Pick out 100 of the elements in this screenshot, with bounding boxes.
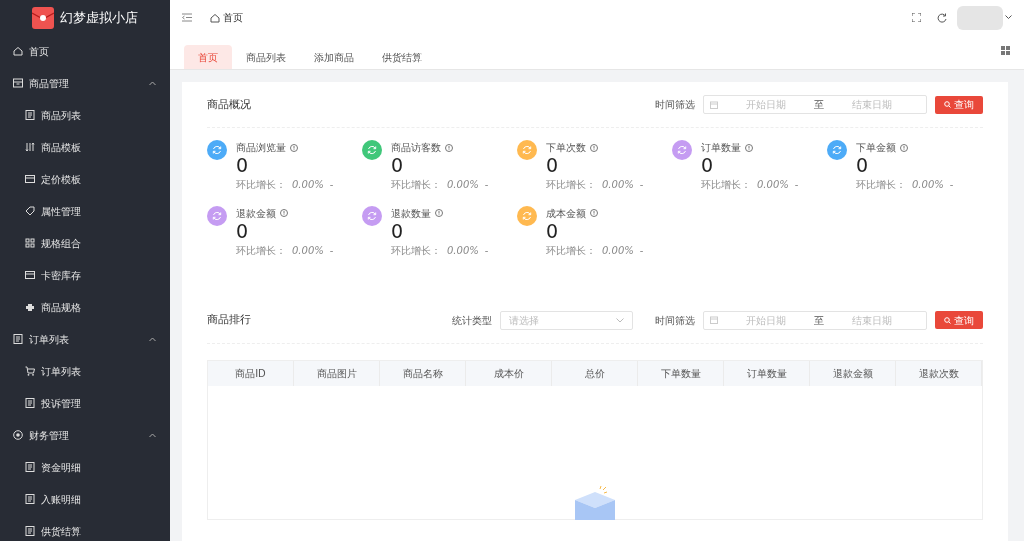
stat-label: 成本金额 xyxy=(546,206,586,221)
sidebar-item[interactable]: 订单列表 xyxy=(0,355,170,387)
growth-value: 0.00% xyxy=(447,243,479,258)
grid-icon[interactable] xyxy=(1001,46,1010,55)
stat-value: 0 xyxy=(546,220,560,243)
stat-label: 下单次数 xyxy=(546,141,586,155)
menu-fold-icon[interactable] xyxy=(182,13,192,22)
tab[interactable]: 供货结算 xyxy=(368,45,436,69)
stat-label: 退款金额 xyxy=(236,206,276,221)
info-icon[interactable] xyxy=(745,143,753,152)
growth-value: 0.00% xyxy=(602,177,634,192)
sidebar-item[interactable]: 入账明细 xyxy=(0,483,170,515)
sidebar-item[interactable]: 卡密库存 xyxy=(0,259,170,291)
stat-value: 0 xyxy=(236,155,250,177)
column-header: 总价 xyxy=(552,360,638,386)
sidebar-item[interactable]: 投诉管理 xyxy=(0,387,170,419)
filter-label: 时间筛选 xyxy=(655,313,695,328)
trend-mark: - xyxy=(484,177,489,192)
query-button[interactable]: 查询 xyxy=(935,95,983,114)
search-icon xyxy=(944,316,951,324)
growth-value: 0.00% xyxy=(757,177,789,192)
coin-icon xyxy=(13,430,23,440)
info-icon[interactable] xyxy=(435,209,443,218)
growth-label: 环比增长： xyxy=(546,177,596,192)
info-icon[interactable] xyxy=(290,143,298,152)
sidebar-item[interactable]: 供货结算 xyxy=(0,515,170,541)
section-title: 商品概况 xyxy=(207,96,252,112)
growth-label: 环比增长： xyxy=(236,177,286,192)
info-icon[interactable] xyxy=(590,209,598,218)
sidebar-item[interactable]: 属性管理 xyxy=(0,195,170,227)
home-icon xyxy=(13,46,23,56)
sidebar-item[interactable]: 订单列表 xyxy=(0,323,170,355)
sidebar-item[interactable]: 商品模板 xyxy=(0,131,170,163)
logo-icon xyxy=(32,6,54,29)
trend-mark: - xyxy=(484,243,489,258)
trend-mark: - xyxy=(639,243,644,258)
card-icon xyxy=(25,174,35,184)
column-header: 下单数量 xyxy=(638,360,724,386)
stat-label: 下单金额 xyxy=(856,141,896,155)
stat-label: 退款数量 xyxy=(391,206,431,221)
info-icon[interactable] xyxy=(280,209,288,218)
sidebar-item[interactable]: 规格组合 xyxy=(0,227,170,259)
info-icon[interactable] xyxy=(590,143,598,152)
growth-value: 0.00% xyxy=(447,177,479,192)
tab[interactable]: 商品列表 xyxy=(232,45,300,69)
growth-value: 0.00% xyxy=(292,177,324,192)
section-title: 商品排行 xyxy=(207,312,252,328)
sidebar-item[interactable]: 财务管理 xyxy=(0,419,170,451)
column-header: 退款金额 xyxy=(810,360,896,386)
home-icon xyxy=(210,12,220,23)
stat-value: 0 xyxy=(236,220,250,243)
document-icon xyxy=(25,462,35,472)
trend-mark: - xyxy=(329,177,334,192)
document-icon xyxy=(25,494,35,504)
breadcrumb[interactable]: 首页 xyxy=(222,10,243,25)
stat-value: 0 xyxy=(391,155,405,177)
box-icon xyxy=(13,78,23,88)
grid-icon xyxy=(25,238,35,248)
info-icon[interactable] xyxy=(900,143,908,152)
logo-text: 幻梦虚拟小店 xyxy=(60,8,138,27)
column-header: 成本价 xyxy=(466,360,552,386)
stat-value: 0 xyxy=(856,155,870,177)
stat-label: 订单数量 xyxy=(701,141,741,155)
growth-label: 环比增长： xyxy=(236,243,286,258)
document-icon xyxy=(25,398,35,408)
stat-value: 0 xyxy=(546,155,560,177)
sidebar-item[interactable]: 商品管理 xyxy=(0,67,170,99)
sidebar-item[interactable]: 定价模板 xyxy=(0,163,170,195)
calendar-icon xyxy=(710,100,718,109)
calendar-icon xyxy=(710,316,718,325)
growth-value: 0.00% xyxy=(602,243,634,258)
sidebar-item[interactable]: 商品规格 xyxy=(0,291,170,323)
sidebar-item[interactable]: 商品列表 xyxy=(0,99,170,131)
tab[interactable]: 添加商品 xyxy=(300,45,368,69)
column-header: 商品ID xyxy=(208,360,294,386)
trend-mark: - xyxy=(639,177,644,192)
column-header: 退款次数 xyxy=(896,360,982,386)
filter-label: 统计类型 xyxy=(452,313,492,328)
sidebar-item[interactable]: 首页 xyxy=(0,35,170,67)
column-header: 商品图片 xyxy=(294,360,380,386)
stat-label: 商品访客数 xyxy=(391,141,441,155)
filter-label: 时间筛选 xyxy=(655,98,695,112)
growth-value: 0.00% xyxy=(912,177,944,192)
growth-label: 环比增长： xyxy=(701,177,751,192)
growth-value: 0.00% xyxy=(292,243,324,258)
query-button[interactable]: 查询 xyxy=(935,311,983,330)
stat-label: 商品浏览量 xyxy=(236,141,286,155)
document-icon xyxy=(25,526,35,536)
growth-label: 环比增长： xyxy=(391,177,441,192)
sort-icon xyxy=(25,142,35,152)
document-icon xyxy=(13,334,23,344)
sidebar-item[interactable]: 资金明细 xyxy=(0,451,170,483)
refresh-icon[interactable] xyxy=(936,12,947,23)
trend-mark: - xyxy=(949,177,954,192)
fullscreen-icon[interactable] xyxy=(911,13,921,22)
caret-icon[interactable] xyxy=(1005,15,1012,20)
stat-value: 0 xyxy=(391,220,405,243)
trend-mark: - xyxy=(794,177,799,192)
card-icon xyxy=(25,270,35,280)
info-icon[interactable] xyxy=(445,143,453,152)
